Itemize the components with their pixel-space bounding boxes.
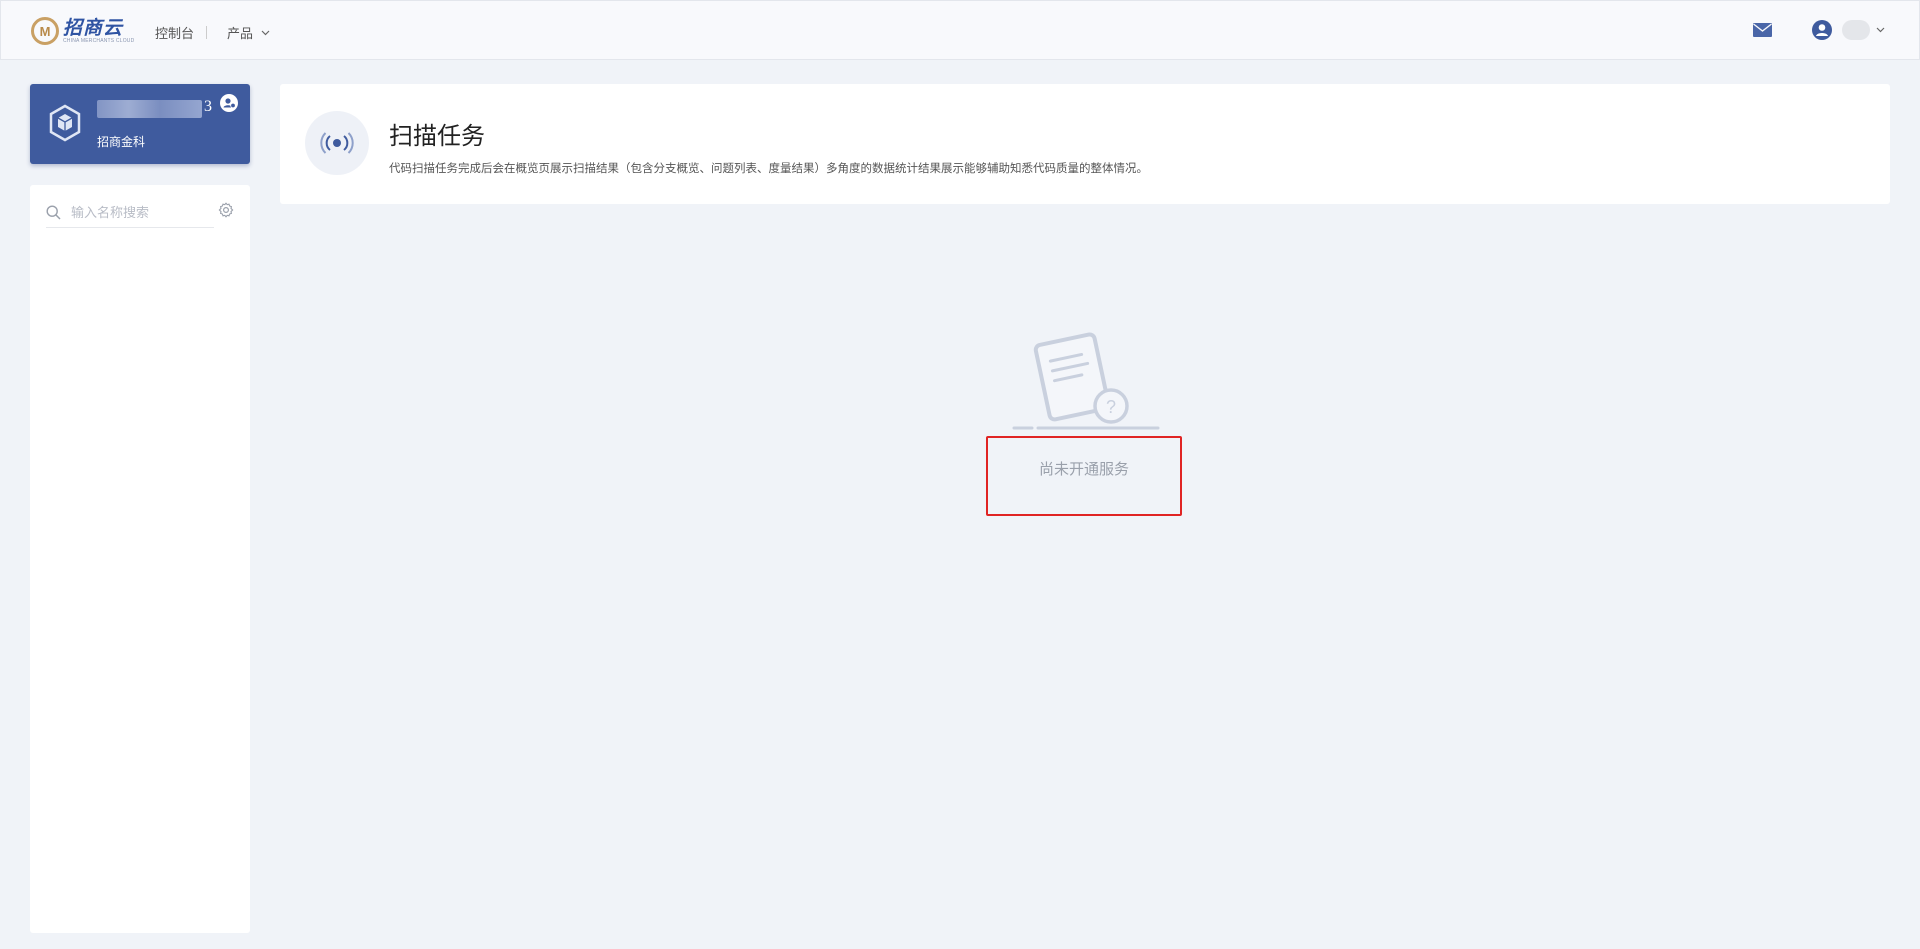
org-name: 招商金科: [97, 135, 146, 149]
brand-logo[interactable]: M 招商云 CHINA MERCHANTS CLOUD: [31, 17, 134, 45]
page-header-card: 扫描任务 代码扫描任务完成后会在概览页展示扫描结果（包含分支概览、问题列表、度量…: [280, 84, 1890, 204]
logo-subtitle: CHINA MERCHANTS CLOUD: [63, 37, 135, 44]
switch-user-icon[interactable]: [220, 94, 238, 112]
user-name-redacted: [1842, 20, 1870, 40]
top-header: M 招商云 CHINA MERCHANTS CLOUD 控制台 产品: [0, 0, 1920, 60]
user-menu[interactable]: [1812, 20, 1885, 40]
gear-icon[interactable]: [218, 202, 234, 218]
chevron-down-icon[interactable]: [1876, 27, 1885, 33]
mail-icon[interactable]: [1753, 23, 1772, 37]
nav-console-link[interactable]: 控制台: [155, 23, 194, 42]
org-id-suffix: 3: [204, 98, 212, 115]
nav-products-menu[interactable]: 产品: [227, 23, 253, 42]
top-nav: 控制台 产品: [155, 23, 270, 42]
empty-document-icon: ?: [1012, 332, 1160, 430]
page-title: 扫描任务: [389, 123, 485, 150]
page-description: 代码扫描任务完成后会在概览页展示扫描结果（包含分支概览、问题列表、度量结果）多角…: [389, 163, 1148, 175]
search-box: [46, 197, 214, 228]
search-input[interactable]: [69, 203, 213, 221]
empty-state-highlight: 尚未开通服务: [986, 436, 1182, 516]
scan-icon-badge: [305, 111, 369, 175]
empty-state-message: 尚未开通服务: [1038, 461, 1129, 478]
svg-text:?: ?: [1106, 397, 1116, 417]
chevron-down-icon[interactable]: [261, 30, 270, 36]
search-icon: [46, 204, 61, 220]
cube-icon: [49, 104, 81, 142]
user-avatar-icon[interactable]: [1812, 20, 1832, 40]
broadcast-icon: [320, 132, 354, 154]
sidebar-panel: [30, 185, 250, 933]
organization-card[interactable]: 3 招商金科: [30, 84, 250, 164]
logo-mark-icon: M: [31, 17, 59, 45]
logo-title: 招商云: [63, 17, 124, 39]
org-id-redacted: [97, 100, 202, 118]
nav-divider: [206, 26, 208, 39]
